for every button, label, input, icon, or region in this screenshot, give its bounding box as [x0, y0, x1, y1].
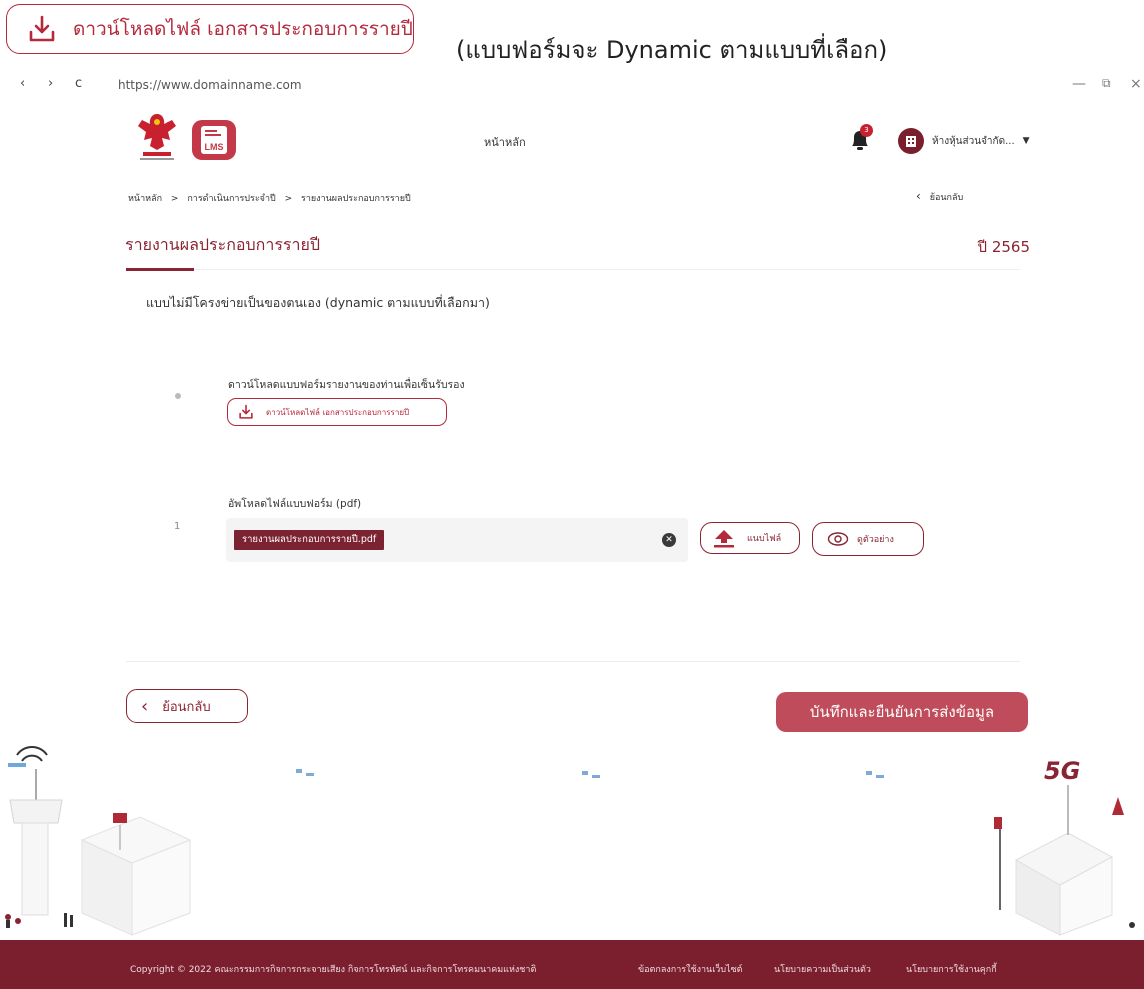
- footer-link-privacy[interactable]: นโยบายความเป็นส่วนตัว: [774, 962, 871, 976]
- download-icon: [239, 404, 253, 419]
- uploaded-file-chip[interactable]: รายงานผลประกอบการรายปี.pdf: [234, 530, 385, 550]
- building-icon: [898, 128, 924, 154]
- download-form-button[interactable]: ดาวน์โหลดไฟล์ เอกสารประกอบการรายปี: [227, 398, 447, 426]
- chevron-left-icon: ‹: [916, 189, 921, 203]
- title-underline: [126, 268, 194, 271]
- preview-label: ดูตัวอย่าง: [857, 535, 894, 545]
- window-close-button[interactable]: ×: [1130, 76, 1142, 92]
- back-link[interactable]: ‹ ย้อนกลับ: [916, 189, 963, 204]
- preview-button[interactable]: ดูตัวอย่าง: [812, 522, 924, 556]
- browser-forward-button[interactable]: ›: [48, 76, 53, 91]
- download-icon: [29, 15, 55, 42]
- svg-text:LMS: LMS: [205, 142, 224, 152]
- breadcrumb-annual-operations[interactable]: การดำเนินการประจำปี: [187, 194, 275, 204]
- annotation-note: (แบบฟอร์มจะ Dynamic ตามแบบที่เลือก): [456, 36, 888, 64]
- chevron-left-icon: ‹: [141, 695, 149, 717]
- footer-link-cookies[interactable]: นโยบายการใช้งานคุกกี้: [906, 962, 997, 976]
- divider: [194, 269, 1020, 270]
- breadcrumb: หน้าหลัก > การดำเนินการประจำปี > รายงานผ…: [128, 191, 411, 205]
- breadcrumb-separator: >: [284, 194, 293, 204]
- notification-bell[interactable]: 3: [848, 124, 874, 154]
- upload-section-label: อัพโหลดไฟล์แบบฟอร์ม (pdf): [228, 498, 362, 510]
- save-and-confirm-button[interactable]: บันทึกและยืนยันการส่งข้อมูล: [776, 692, 1028, 732]
- 5g-label: 5G: [1044, 757, 1080, 785]
- bullet-dot: [175, 393, 181, 399]
- row-number: 1: [174, 521, 181, 532]
- page-title: รายงานผลประกอบการรายปี: [125, 235, 321, 254]
- clear-file-icon[interactable]: ✕: [662, 533, 676, 547]
- back-button-label: ย้อนกลับ: [162, 699, 211, 715]
- company-name: ห้างหุ้นส่วนจำกัด...: [932, 135, 1015, 147]
- browser-bar: ‹ › c https://www.domainname.com — ⧉ ×: [0, 76, 1144, 100]
- window-restore-button[interactable]: ⧉: [1102, 76, 1111, 91]
- back-button[interactable]: ‹ ย้อนกลับ: [126, 689, 248, 723]
- divider: [126, 661, 1020, 662]
- city-illustration: 5G: [5, 746, 1135, 936]
- notification-count-badge: 3: [860, 124, 873, 137]
- breadcrumb-home[interactable]: หน้าหลัก: [128, 194, 162, 204]
- top-download-button[interactable]: ดาวน์โหลดไฟล์ เอกสารประกอบการรายปี: [6, 4, 414, 54]
- window-minimize-button[interactable]: —: [1072, 76, 1086, 92]
- breadcrumb-separator: >: [170, 194, 179, 204]
- company-menu[interactable]: ห้างหุ้นส่วนจำกัด... ▼: [898, 128, 1030, 154]
- download-form-label: ดาวน์โหลดไฟล์ เอกสารประกอบการรายปี: [266, 407, 410, 417]
- address-bar[interactable]: https://www.domainname.com: [118, 78, 302, 92]
- footer: Copyright © 2022 คณะกรรมการกิจการกระจายเ…: [0, 940, 1144, 989]
- form-type-subtitle: แบบไม่มีโครงข่ายเป็นของตนเอง (dynamic ตา…: [146, 295, 490, 310]
- attach-file-button[interactable]: แนบไฟล์: [700, 522, 800, 554]
- upload-icon: [714, 530, 734, 548]
- eye-icon: [827, 532, 849, 546]
- breadcrumb-annual-report: รายงานผลประกอบการรายปี: [301, 194, 411, 204]
- chevron-down-icon: ▼: [1022, 136, 1030, 146]
- attach-file-label: แนบไฟล์: [747, 534, 782, 544]
- report-year: ปี 2565: [977, 238, 1030, 256]
- footer-copyright: Copyright © 2022 คณะกรรมการกิจการกระจายเ…: [130, 965, 537, 975]
- garuda-emblem-logo: [138, 114, 176, 160]
- browser-back-button[interactable]: ‹: [20, 76, 25, 91]
- nav-home-link[interactable]: หน้าหลัก: [484, 133, 526, 151]
- browser-reload-button[interactable]: c: [75, 76, 82, 91]
- top-download-label: ดาวน์โหลดไฟล์ เอกสารประกอบการรายปี: [73, 18, 413, 40]
- back-link-label: ย้อนกลับ: [929, 193, 964, 203]
- download-section-label: ดาวน์โหลดแบบฟอร์มรายงานของท่านเพื่อเซ็นร…: [228, 379, 465, 391]
- footer-link-terms[interactable]: ข้อตกลงการใช้งานเว็บไซต์: [638, 962, 743, 976]
- lms-logo: LMS: [192, 120, 236, 160]
